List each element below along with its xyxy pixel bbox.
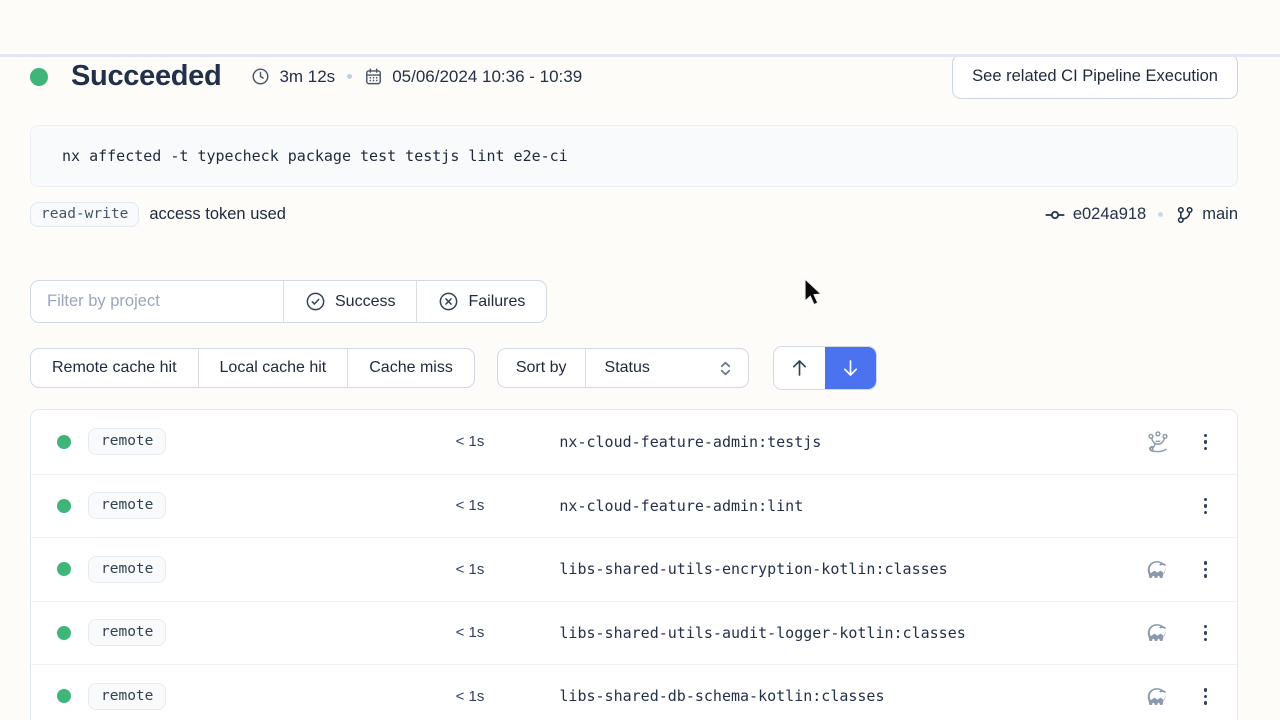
access-token-label: access token used [149,205,286,224]
vcs-info: e024a918 main [1044,204,1238,226]
gradle-icon [1145,556,1171,582]
page-title: Succeeded [71,60,221,93]
sort-descending-button[interactable] [825,347,876,389]
row-menu-button[interactable] [1200,494,1212,519]
cache-miss-tab[interactable]: Cache miss [347,349,474,387]
row-menu-button[interactable] [1200,684,1212,709]
jest-icon [1145,429,1171,455]
vcs-separator-dot [1158,212,1163,217]
project-filter-input[interactable] [31,281,283,322]
cache-source-badge: remote [88,428,166,455]
project-filter-group: Success Failures [30,280,547,323]
run-command-block: nx affected -t typecheck package test te… [30,125,1238,187]
arrow-down-icon [840,357,861,379]
remote-cache-hit-tab[interactable]: Remote cache hit [31,349,198,387]
row-menu-button[interactable] [1200,557,1212,582]
task-name[interactable]: nx-cloud-feature-admin:testjs [559,433,1144,451]
row-menu-button[interactable] [1200,430,1212,455]
related-pipeline-button[interactable]: See related CI Pipeline Execution [952,54,1238,99]
gradle-icon [1145,620,1171,646]
task-duration: < 1s [166,688,484,705]
run-header: Succeeded 3m 12s 05/06/2024 10:36 - 10:3… [30,54,1238,99]
cache-source-badge: remote [88,556,166,583]
table-row: remote < 1s libs-shared-utils-audit-logg… [31,601,1237,665]
sort-by-label: Sort by [498,349,585,387]
commit-sha[interactable]: e024a918 [1073,205,1146,224]
cache-source-badge: remote [88,619,166,646]
x-circle-icon [438,291,459,312]
task-status-dot [57,435,71,449]
sort-ascending-button[interactable] [774,347,825,389]
table-row: remote < 1s nx-cloud-feature-admin:lint [31,474,1237,538]
access-token-badge: read-write [30,202,139,227]
task-name[interactable]: libs-shared-utils-encryption-kotlin:clas… [559,560,1144,578]
task-duration: < 1s [166,433,484,450]
sort-group: Sort by Status [497,348,749,388]
task-name[interactable]: nx-cloud-feature-admin:lint [559,497,1144,515]
run-details-page: Succeeded 3m 12s 05/06/2024 10:36 - 10:3… [0,54,1280,720]
task-status-dot [57,562,71,576]
sort-select[interactable]: Status [585,349,748,387]
tool-icon [1145,493,1171,519]
select-chevrons-icon [718,360,733,377]
token-row: read-write access token used e024a918 ma… [30,202,1238,227]
cache-source-badge: remote [88,492,166,519]
success-filter-button[interactable]: Success [283,281,416,322]
task-status-dot [57,689,71,703]
clock-icon [251,67,270,86]
arrow-up-icon [789,357,810,379]
branch-name[interactable]: main [1202,205,1238,224]
task-name[interactable]: libs-shared-db-schema-kotlin:classes [559,687,1144,705]
cache-filter-row: Remote cache hit Local cache hit Cache m… [30,346,1238,390]
commit-icon [1044,204,1066,226]
check-circle-icon [305,291,326,312]
filter-row: Success Failures [30,280,1238,323]
run-duration: 3m 12s [251,67,335,87]
calendar-icon [364,67,383,86]
run-date-range: 05/06/2024 10:36 - 10:39 [364,67,582,87]
meta-separator-dot [347,74,352,79]
branch-icon [1175,205,1195,225]
task-table: remote < 1s nx-cloud-feature-admin:testj… [30,409,1238,720]
table-row: remote < 1s libs-shared-utils-encryption… [31,537,1237,601]
page-top-divider [0,54,1280,57]
row-menu-button[interactable] [1200,621,1212,646]
sort-direction-group [773,346,877,390]
gradle-icon [1145,683,1171,709]
run-status-dot [30,68,48,86]
task-status-dot [57,499,71,513]
task-duration: < 1s [166,624,484,641]
local-cache-hit-tab[interactable]: Local cache hit [198,349,348,387]
task-duration: < 1s [166,561,484,578]
task-name[interactable]: libs-shared-utils-audit-logger-kotlin:cl… [559,624,1144,642]
cache-filter-group: Remote cache hit Local cache hit Cache m… [30,348,475,388]
table-row: remote < 1s libs-shared-db-schema-kotlin… [31,664,1237,720]
table-row: remote < 1s nx-cloud-feature-admin:testj… [31,410,1237,474]
task-status-dot [57,626,71,640]
failures-filter-button[interactable]: Failures [416,281,546,322]
cache-source-badge: remote [88,683,166,710]
task-duration: < 1s [166,497,484,514]
